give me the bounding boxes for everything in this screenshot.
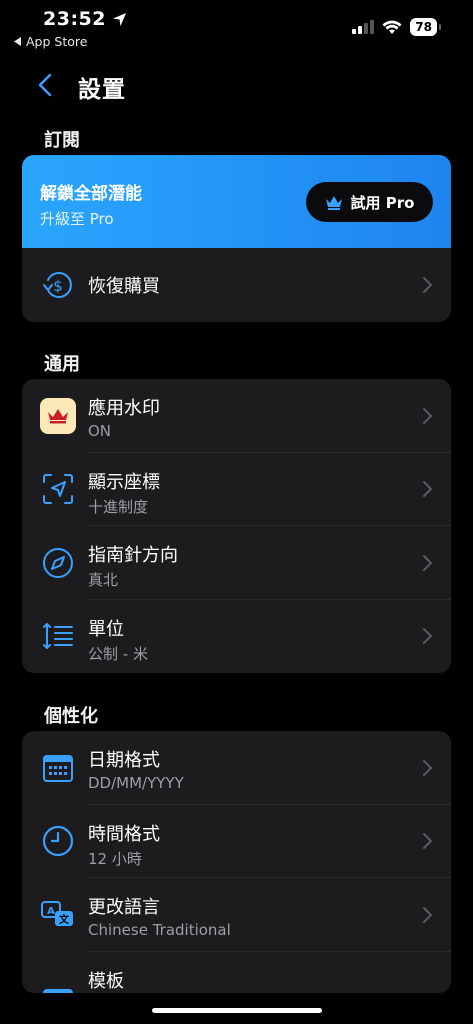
units-title: 單位 — [88, 618, 124, 640]
back-chevron-icon[interactable] — [34, 72, 58, 98]
chevron-right-icon — [423, 759, 432, 776]
language-row[interactable]: A 文 更改語言 Chinese Traditional — [22, 878, 451, 952]
watermark-row[interactable]: 應用水印 ON — [22, 379, 451, 453]
compass-direction-row[interactable]: 指南針方向 真北 — [22, 526, 451, 600]
svg-text:$: $ — [53, 277, 63, 295]
unlock-pro-banner[interactable]: 解鎖全部潛能 升級至 Pro 試用 Pro — [22, 155, 451, 248]
restore-purchase-label: 恢復購買 — [88, 276, 160, 297]
chevron-right-icon — [423, 628, 432, 645]
coordinates-title: 顯示座標 — [88, 471, 160, 493]
try-pro-label: 試用 Pro — [350, 193, 415, 212]
chevron-right-icon — [423, 407, 432, 424]
units-list-icon — [40, 618, 76, 654]
compass-icon — [40, 545, 76, 581]
location-arrow-icon — [112, 12, 127, 26]
personalize-card: 日期格式 DD/MM/YYYY 時間格式 12 小時 A 文 更改語言 Chin… — [22, 731, 451, 993]
compass-title: 指南針方向 — [88, 545, 178, 566]
coordinates-value: 十進制度 — [88, 497, 149, 516]
watermark-value: ON — [88, 422, 112, 440]
navigation-bar: 設置 — [0, 60, 473, 112]
status-time: 23:52 — [43, 8, 127, 30]
try-pro-button[interactable]: 試用 Pro — [306, 182, 433, 222]
watermark-title: 應用水印 — [88, 398, 160, 419]
chevron-right-icon — [423, 833, 432, 850]
restore-purchase-row[interactable]: $ 恢復購買 — [22, 248, 451, 322]
svg-text:文: 文 — [59, 913, 70, 926]
svg-text:A: A — [47, 906, 55, 917]
coordinates-row[interactable]: 顯示座標 十進制度 — [22, 453, 451, 526]
template-title: 模板 — [88, 970, 124, 992]
watermark-crown-icon — [40, 397, 76, 434]
promo-subtitle: 升級至 Pro — [40, 210, 114, 228]
chevron-right-icon — [423, 906, 432, 923]
status-time-text: 23:52 — [43, 8, 106, 30]
status-bar: 23:52 App Store 78 — [0, 0, 473, 56]
chevron-right-icon — [423, 554, 432, 571]
back-to-app-store[interactable]: App Store — [14, 34, 87, 49]
crown-icon — [325, 195, 342, 210]
section-label-general: 通用 — [44, 354, 80, 375]
general-card: 應用水印 ON 顯示座標 十進制度 指南針方向 真北 單位 公制 - 米 — [22, 379, 451, 673]
chevron-right-icon — [423, 481, 432, 498]
units-value: 公制 - 米 — [88, 644, 148, 663]
template-row[interactable]: 模板 — [22, 952, 451, 993]
language-title: 更改語言 — [88, 897, 160, 918]
time-format-row[interactable]: 時間格式 12 小時 — [22, 805, 451, 878]
template-icon — [40, 984, 76, 993]
cellular-signal-icon — [352, 20, 375, 34]
language-value: Chinese Traditional — [88, 921, 231, 939]
back-triangle-icon — [14, 37, 21, 46]
subscription-card: 解鎖全部潛能 升級至 Pro 試用 Pro $ 恢復購買 — [22, 155, 451, 322]
wifi-icon — [382, 20, 402, 34]
date-format-row[interactable]: 日期格式 DD/MM/YYYY — [22, 731, 451, 805]
date-format-value: DD/MM/YYYY — [88, 774, 184, 792]
translate-icon: A 文 — [40, 897, 76, 933]
promo-title: 解鎖全部潛能 — [40, 184, 142, 204]
compass-value: 真北 — [88, 571, 119, 589]
units-row[interactable]: 單位 公制 - 米 — [22, 600, 451, 674]
chevron-right-icon — [423, 277, 432, 293]
location-scan-icon — [40, 471, 76, 507]
time-format-title: 時間格式 — [88, 823, 160, 845]
section-label-personalize: 個性化 — [44, 706, 98, 727]
date-format-title: 日期格式 — [88, 750, 160, 771]
page-title: 設置 — [78, 77, 126, 103]
home-indicator[interactable] — [152, 1008, 322, 1013]
back-app-label: App Store — [26, 34, 88, 49]
clock-icon — [40, 823, 76, 859]
time-format-value: 12 小時 — [88, 849, 142, 868]
section-label-subscription: 訂閱 — [44, 130, 80, 151]
battery-indicator: 78 — [410, 18, 441, 36]
calendar-icon — [40, 750, 76, 786]
restore-dollar-icon: $ — [40, 267, 76, 303]
status-indicators: 78 — [352, 18, 441, 36]
